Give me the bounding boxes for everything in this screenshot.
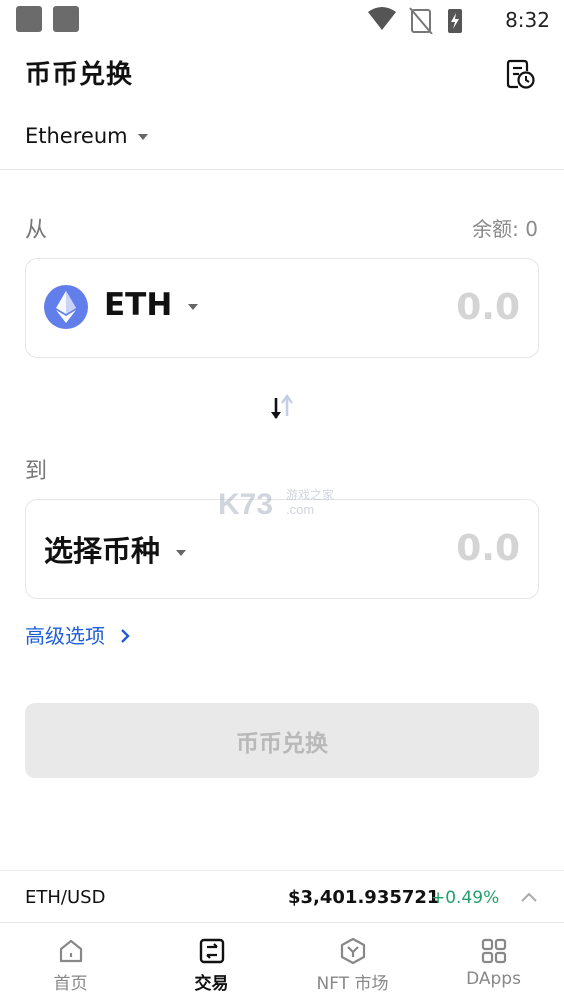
price-ticker[interactable]: ETH/USD $3,401.935721 +0.49% [0,870,564,923]
home-icon [59,939,82,963]
swap-direction-icon[interactable] [266,392,298,424]
notification-icon [53,6,79,32]
nav-trade-label: 交易 [194,974,229,994]
watermark-logo: K73 游戏之家 .com [218,487,334,521]
chevron-up-icon[interactable] [520,891,538,903]
status-icons [368,7,462,34]
nav-dapps-label: DApps [466,969,521,989]
status-bar: 8:32 [0,0,564,40]
to-token-placeholder: 选择币种 [44,534,161,568]
grid-icon [481,938,506,964]
nav-home[interactable]: 首页 [0,923,141,1005]
from-token-symbol: ETH [104,287,173,323]
divider [0,169,564,170]
network-selector[interactable]: Ethereum [25,124,148,148]
nft-icon [340,937,365,965]
nav-nft-label: NFT 市场 [316,974,389,994]
page-title: 币币兑换 [25,60,134,90]
status-time: 8:32 [505,8,550,32]
advanced-options-label: 高级选项 [25,624,105,648]
advanced-options-link[interactable]: 高级选项 [25,620,131,649]
caret-down-icon [188,303,199,310]
trade-icon [199,938,224,964]
to-amount-input[interactable]: 0.0 [456,528,520,569]
history-icon[interactable] [504,58,536,90]
to-label: 到 [25,459,48,484]
nav-dapps[interactable]: DApps [423,923,564,1005]
ethereum-logo-icon [44,285,88,329]
caret-down-icon [137,134,148,140]
ticker-pair: ETH/USD [25,887,106,908]
notification-icon [16,6,42,32]
chevron-right-icon [121,629,131,643]
from-amount-input[interactable]: 0.0 [456,287,520,328]
ticker-change: +0.49% [431,888,500,908]
from-token-selector[interactable]: ETH [104,287,199,323]
ticker-price: $3,401.935721 [288,887,440,908]
svg-text:K73: K73 [218,488,273,521]
svg-text:.com: .com [286,502,314,517]
swap-submit-button[interactable]: 币币兑换 [25,703,539,778]
balance-text: 余额: 0 [472,217,538,241]
nav-trade[interactable]: 交易 [141,923,282,1005]
from-label: 从 [25,218,48,243]
from-token-card: ETH 0.0 [25,258,539,358]
wifi-icon [368,7,396,30]
to-token-selector[interactable]: 选择币种 [44,528,187,570]
nav-home-label: 首页 [53,974,88,994]
bottom-nav: 首页 交易 NFT 市场 DApps [0,922,564,1005]
network-name: Ethereum [25,124,128,148]
caret-down-icon [176,550,187,556]
svg-text:游戏之家: 游戏之家 [286,487,334,502]
nav-nft-market[interactable]: NFT 市场 [282,923,423,1005]
